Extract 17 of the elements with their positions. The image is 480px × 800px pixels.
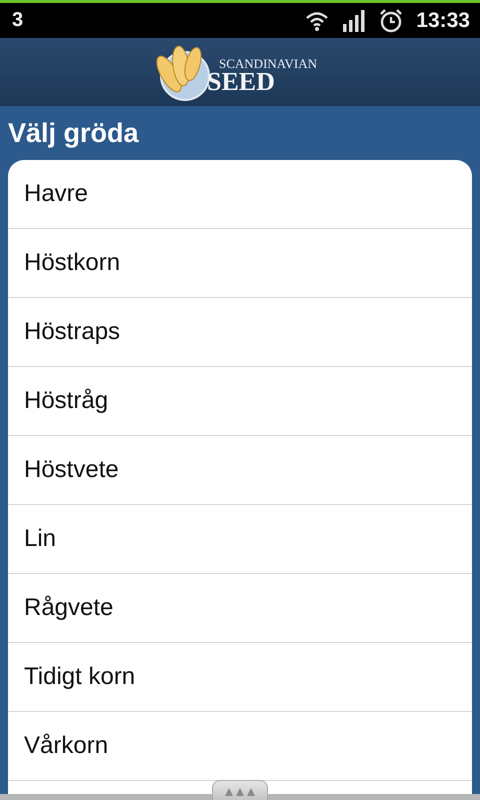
drawer-handle[interactable] [212,780,268,800]
page-title: Välj gröda [8,118,139,148]
notification-count: 3 [12,9,24,32]
list-item[interactable]: Höstvete [8,436,472,505]
list-item[interactable]: Havre [8,160,472,229]
list-item[interactable]: Tidigt korn [8,643,472,712]
alarm-clock-icon [379,8,404,32]
list-item[interactable]: Lin [8,505,472,574]
triangles-icon [225,786,255,796]
clock-time: 13:33 [416,8,470,32]
signal-icon [342,10,366,32]
logo-text: SCANDINAVIAN [219,56,317,70]
list-item[interactable]: Höstraps [8,298,472,367]
list-item[interactable]: Höstråg [8,367,472,436]
logo-text: SEED [207,70,275,94]
list-item[interactable]: Rågvete [8,574,472,643]
list-item[interactable]: Höstkorn [8,229,472,298]
